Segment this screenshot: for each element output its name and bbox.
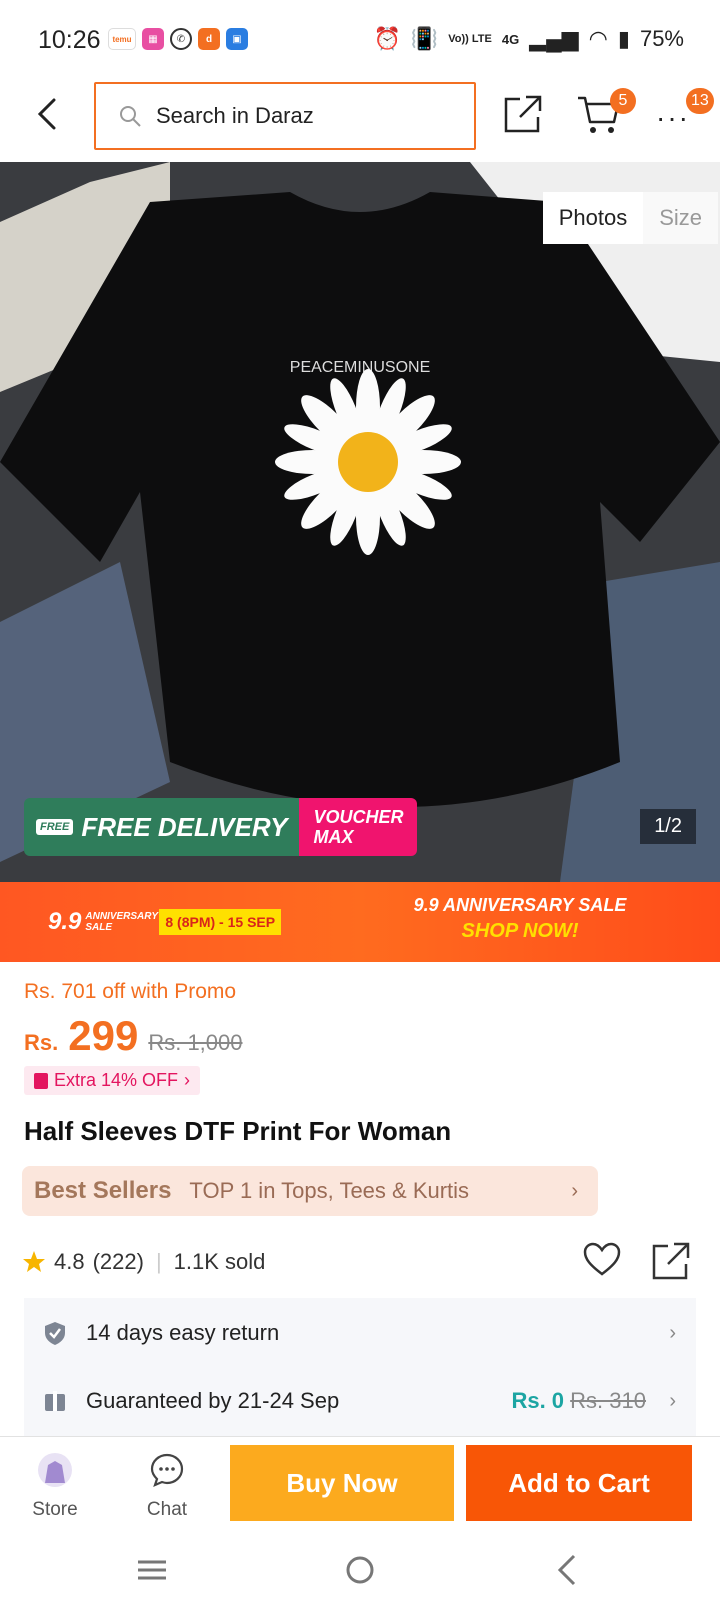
easy-return-text: 14 days easy return: [86, 1320, 280, 1345]
current-price: 299: [68, 1012, 139, 1059]
cart-count-badge: 5: [610, 88, 636, 114]
delivery-date-text: Guaranteed by 21-24 Sep: [86, 1388, 340, 1413]
system-icons: ⏰ 📳 Vo)) LTE 4G ▂▄▆ ◠ ▮ 75%: [373, 26, 684, 52]
more-count-badge: 13: [686, 88, 714, 114]
share-icon[interactable]: [504, 95, 542, 133]
delivery-box-icon: [45, 1391, 65, 1411]
shirt-print-text: PEACEMINUSONE: [290, 359, 430, 376]
anniversary-sale-banner[interactable]: 9.9 ANNIVERSARY SALE 8 (8PM) - 15 SEP 9.…: [0, 882, 720, 962]
back-arrow-icon[interactable]: [34, 96, 64, 132]
best-sellers-rank: TOP 1 in Tops, Tees & Kurtis: [189, 1178, 470, 1203]
store-button[interactable]: Store: [20, 1451, 90, 1521]
sold-count: 1.1K sold: [173, 1249, 266, 1274]
easy-return-row[interactable]: 14 days easy return ›: [24, 1298, 696, 1368]
delivery-fee-original: Rs. 310: [570, 1388, 646, 1413]
buy-now-button[interactable]: Buy Now: [230, 1445, 454, 1521]
sale-dates: 8 (8PM) - 15 SEP: [159, 909, 282, 935]
daraz-app-icon: d: [198, 28, 220, 50]
chevron-right-icon: ›: [669, 1321, 676, 1344]
truck-icon: FREE: [36, 819, 74, 835]
sale-headline: 9.9 ANNIVERSARY SALE: [413, 895, 627, 915]
whatsapp-icon: ✆: [170, 28, 192, 50]
promo-discount-text: Rs. 701 off with Promo: [24, 980, 237, 1003]
delivery-fee-current: Rs. 0: [511, 1388, 565, 1413]
shield-check-icon: [45, 1322, 65, 1345]
wifi-icon: ◠: [588, 26, 608, 51]
sale-headline-block: 9.9 ANNIVERSARY SALE SHOP NOW!: [380, 892, 660, 944]
free-delivery-text: FREE DELIVERY: [81, 811, 288, 842]
product-photo: PEACEMINUSONE: [0, 162, 720, 882]
chevron-right-icon: ›: [571, 1179, 578, 1202]
store-avatar-icon: [38, 1453, 72, 1487]
chat-icon: [150, 1453, 184, 1487]
chat-label: Chat: [146, 1499, 188, 1520]
signal-icon: ▂▄▆: [529, 26, 579, 51]
tab-photos[interactable]: Photos: [542, 192, 644, 244]
search-placeholder: Search in Daraz: [156, 103, 314, 128]
extra-off-badge[interactable]: Extra 14% OFF ›: [24, 1066, 201, 1095]
network-type: 4G: [501, 31, 520, 47]
star-icon: [23, 1251, 45, 1272]
chat-button[interactable]: Chat: [132, 1451, 202, 1521]
add-to-cart-button[interactable]: Add to Cart: [466, 1445, 692, 1521]
voucher-text: VOUCHER: [313, 807, 404, 827]
product-image-gallery[interactable]: PEACEMINUSONE Photos Size FREE FREE DELI…: [0, 162, 720, 882]
chevron-right-icon: ›: [184, 1070, 191, 1090]
bottom-action-bar: Store Chat Buy Now Add to Cart: [0, 1436, 720, 1532]
free-delivery-label: FREE FREE DELIVERY: [24, 798, 300, 856]
original-price: Rs. 1,000: [148, 1030, 243, 1055]
more-menu-icon[interactable]: ···: [656, 102, 690, 134]
price-section: Rs. 701 off with Promo Rs. 299 Rs. 1,000…: [24, 980, 696, 1095]
sale-number: 9.9: [48, 908, 82, 935]
vibrate-icon: 📳: [410, 26, 439, 51]
recent-apps-icon[interactable]: [130, 1550, 174, 1590]
rating-value: 4.8: [54, 1249, 85, 1274]
rating-row: 4.8 (222) | 1.1K sold: [22, 1240, 696, 1284]
extra-off-text: Extra 14% OFF: [54, 1070, 179, 1090]
battery-percent: 75%: [639, 26, 684, 51]
top-bar: Search in Daraz 5 ··· 13: [0, 80, 720, 162]
max-text: MAX: [313, 827, 354, 847]
free-delivery-voucher-badge: FREE FREE DELIVERY VOUCHER MAX: [24, 798, 418, 856]
clock: 10:26: [38, 26, 101, 54]
chevron-right-icon: ›: [669, 1389, 676, 1412]
calendar-app-icon: ▣: [226, 28, 248, 50]
search-icon: [120, 106, 141, 127]
share-icon[interactable]: [652, 1242, 690, 1280]
battery-icon: ▮: [617, 26, 630, 51]
heart-icon[interactable]: [582, 1240, 622, 1280]
voucher-max-label: VOUCHER MAX: [299, 798, 418, 856]
delivery-fee: Rs. 0 Rs. 310: [511, 1388, 646, 1414]
status-bar: 10:26 temu ▦ ✆ d ▣ ⏰ 📳 Vo)) LTE 4G ▂▄▆ ◠…: [0, 0, 720, 80]
currency-label: Rs.: [24, 1030, 59, 1055]
divider: |: [155, 1249, 162, 1274]
home-icon[interactable]: [338, 1550, 382, 1590]
gallery-tabs: Photos Size: [542, 192, 718, 244]
price-row: Rs. 299 Rs. 1,000: [24, 1012, 696, 1060]
store-label: Store: [32, 1499, 78, 1520]
product-title: Half Sleeves DTF Print For Woman: [24, 1116, 452, 1146]
review-count[interactable]: (222): [93, 1249, 144, 1275]
nav-back-icon[interactable]: [546, 1550, 590, 1590]
best-sellers-banner[interactable]: Best Sellers TOP 1 in Tops, Tees & Kurti…: [22, 1166, 598, 1216]
volte-indicator: Vo)) LTE: [448, 33, 492, 45]
system-nav-bar: [0, 1532, 720, 1608]
delivery-row[interactable]: Guaranteed by 21-24 Sep Rs. 0 Rs. 310 ›: [24, 1366, 696, 1436]
tab-size[interactable]: Size: [643, 192, 718, 244]
sale-small-label: ANNIVERSARY SALE: [85, 911, 158, 933]
game-app-icon: ▦: [142, 28, 164, 50]
image-counter: 1/2: [640, 809, 696, 844]
best-sellers-label: Best Sellers: [34, 1177, 172, 1204]
temu-app-icon: temu: [108, 28, 136, 50]
coupon-icon: [34, 1072, 48, 1089]
notification-icons: temu ▦ ✆ d ▣: [108, 28, 248, 50]
shop-now-cta: SHOP NOW!: [461, 920, 579, 942]
alarm-icon: ⏰: [373, 26, 401, 51]
service-info-card: 14 days easy return › Guaranteed by 21-2…: [24, 1298, 696, 1436]
search-bar[interactable]: Search in Daraz: [94, 82, 476, 150]
